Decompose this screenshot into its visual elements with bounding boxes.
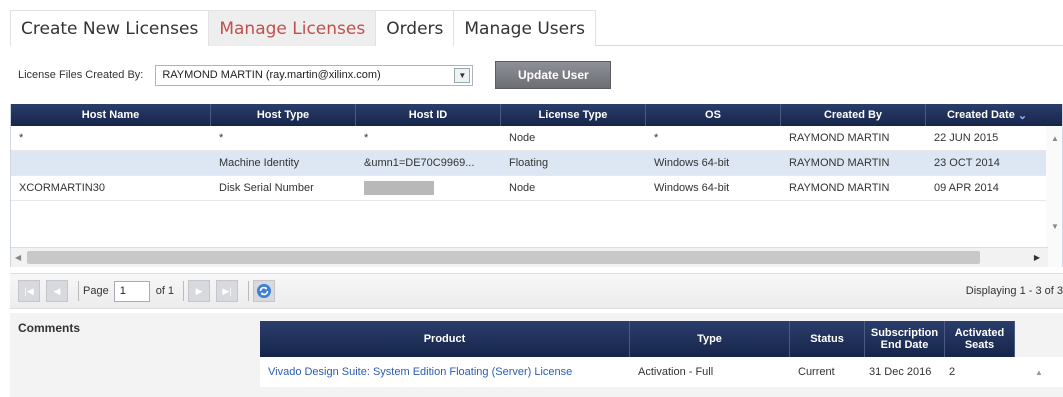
- horizontal-scrollbar[interactable]: ◀ ▶: [11, 247, 1048, 267]
- scroll-left-icon[interactable]: ◀: [15, 253, 21, 262]
- next-page-icon[interactable]: ▶: [188, 280, 211, 302]
- user-select-value: RAYMOND MARTIN (ray.martin@xilinx.com): [162, 69, 381, 81]
- vertical-scrollbar[interactable]: ▲ ▼: [1046, 126, 1062, 267]
- pagination-toolbar: |◀ ◀ Page 1 of 1 ▶ ▶| Displaying 1 - 3 o…: [10, 273, 1063, 309]
- scroll-up-icon[interactable]: ▲: [1015, 357, 1063, 387]
- cell-host-id: *: [364, 132, 369, 144]
- update-user-button[interactable]: Update User: [495, 61, 612, 89]
- first-page-icon[interactable]: |◀: [18, 280, 40, 302]
- user-filter-row: License Files Created By: RAYMOND MARTIN…: [18, 60, 612, 90]
- column-header-os[interactable]: OS: [646, 104, 781, 126]
- cell-created-by: RAYMOND MARTIN: [789, 182, 890, 194]
- cell-host-type: Disk Serial Number: [219, 182, 314, 194]
- page-label: Page: [83, 285, 109, 297]
- tab-manage-users[interactable]: Manage Users: [453, 10, 596, 46]
- created-date-label: Created Date: [946, 109, 1015, 121]
- header-spacer: [1015, 321, 1063, 357]
- license-created-by-label: License Files Created By:: [18, 69, 144, 81]
- tab-orders[interactable]: Orders: [375, 10, 455, 46]
- cell-host-name: [11, 151, 211, 175]
- column-header-product[interactable]: Product: [260, 321, 630, 357]
- chevron-down-icon[interactable]: ▼: [454, 67, 471, 83]
- table-row-selected[interactable]: Machine Identity &umn1=DE70C9969... Floa…: [11, 151, 1062, 176]
- cell-os: Windows 64-bit: [654, 157, 730, 169]
- horizontal-scroll-thumb[interactable]: [27, 251, 980, 264]
- cell-activated-seats: 2: [949, 366, 956, 378]
- column-header-host-id[interactable]: Host ID: [356, 104, 501, 126]
- refresh-icon[interactable]: [253, 280, 276, 302]
- cell-created-date: 23 OCT 2014: [934, 157, 1000, 169]
- cell-created-by: RAYMOND MARTIN: [789, 157, 890, 169]
- column-header-created-by[interactable]: Created By: [781, 104, 926, 126]
- cell-created-date: 09 APR 2014: [934, 182, 999, 194]
- tab-manage-licenses[interactable]: Manage Licenses: [208, 10, 377, 46]
- product-grid: Product Type Status Subscription End Dat…: [260, 321, 1063, 387]
- toolbar-divider: [78, 281, 79, 301]
- tab-bar: Create New Licenses Manage Licenses Orde…: [10, 10, 1063, 46]
- display-count-text: Displaying 1 - 3 of 3: [965, 285, 1063, 297]
- cell-created-date: 22 JUN 2015: [934, 132, 999, 144]
- previous-page-icon[interactable]: ◀: [46, 280, 68, 302]
- scroll-up-icon[interactable]: ▲: [1051, 134, 1059, 143]
- cell-subscription-end-date: 31 Dec 2016: [869, 366, 932, 378]
- license-grid: Host Name Host Type Host ID License Type…: [10, 104, 1063, 267]
- column-header-created-date[interactable]: Created Date ⌄: [926, 104, 1048, 126]
- comments-label: Comments: [18, 321, 81, 335]
- scroll-right-icon[interactable]: ▶: [1034, 253, 1040, 262]
- cell-status: Current: [798, 366, 835, 378]
- table-row[interactable]: * * * Node * RAYMOND MARTIN 22 JUN 2015: [11, 126, 1062, 151]
- cell-os: *: [654, 132, 659, 144]
- cell-created-by: RAYMOND MARTIN: [789, 132, 890, 144]
- tab-create-new-licenses[interactable]: Create New Licenses: [10, 10, 210, 46]
- cell-host-type: Machine Identity: [219, 157, 300, 169]
- page-number-input[interactable]: 1: [113, 280, 150, 302]
- cell-license-type: Node: [509, 132, 536, 144]
- cell-host-id: &umn1=DE70C9969...: [364, 157, 475, 169]
- product-link[interactable]: Vivado Design Suite: System Edition Floa…: [260, 357, 630, 387]
- license-grid-header: Host Name Host Type Host ID License Type…: [11, 104, 1062, 126]
- cell-os: Windows 64-bit: [654, 182, 730, 194]
- product-grid-header: Product Type Status Subscription End Dat…: [260, 321, 1063, 357]
- column-header-host-type[interactable]: Host Type: [211, 104, 356, 126]
- scroll-down-icon[interactable]: ▼: [1051, 222, 1059, 231]
- toolbar-divider: [248, 281, 250, 301]
- details-panel: Comments Product Type Status Subscriptio…: [10, 313, 1063, 397]
- cell-host-id-redacted: [356, 176, 501, 200]
- column-header-host-name[interactable]: Host Name: [11, 104, 211, 126]
- sort-desc-icon: ⌄: [1017, 109, 1028, 122]
- product-row[interactable]: Vivado Design Suite: System Edition Floa…: [260, 357, 1063, 387]
- redacted-host-id: [364, 181, 434, 195]
- last-page-icon[interactable]: ▶|: [216, 280, 239, 302]
- column-header-activated-seats[interactable]: Activated Seats: [945, 321, 1015, 357]
- column-header-type[interactable]: Type: [630, 321, 790, 357]
- column-header-subscription-end-date[interactable]: Subscription End Date: [865, 321, 945, 357]
- table-row[interactable]: XCORMARTIN30 Disk Serial Number Node Win…: [11, 176, 1062, 201]
- cell-type: Activation - Full: [638, 366, 714, 378]
- column-header-status[interactable]: Status: [790, 321, 865, 357]
- column-header-license-type[interactable]: License Type: [501, 104, 646, 126]
- user-select[interactable]: RAYMOND MARTIN (ray.martin@xilinx.com) ▼: [155, 64, 474, 86]
- cell-license-type: Node: [509, 182, 536, 194]
- page-count-label: of 1: [155, 285, 175, 297]
- toolbar-divider: [183, 281, 185, 301]
- cell-host-type: *: [219, 132, 224, 144]
- cell-host-name: *: [19, 132, 24, 144]
- cell-license-type: Floating: [509, 157, 549, 169]
- cell-host-name: XCORMARTIN30: [19, 182, 105, 194]
